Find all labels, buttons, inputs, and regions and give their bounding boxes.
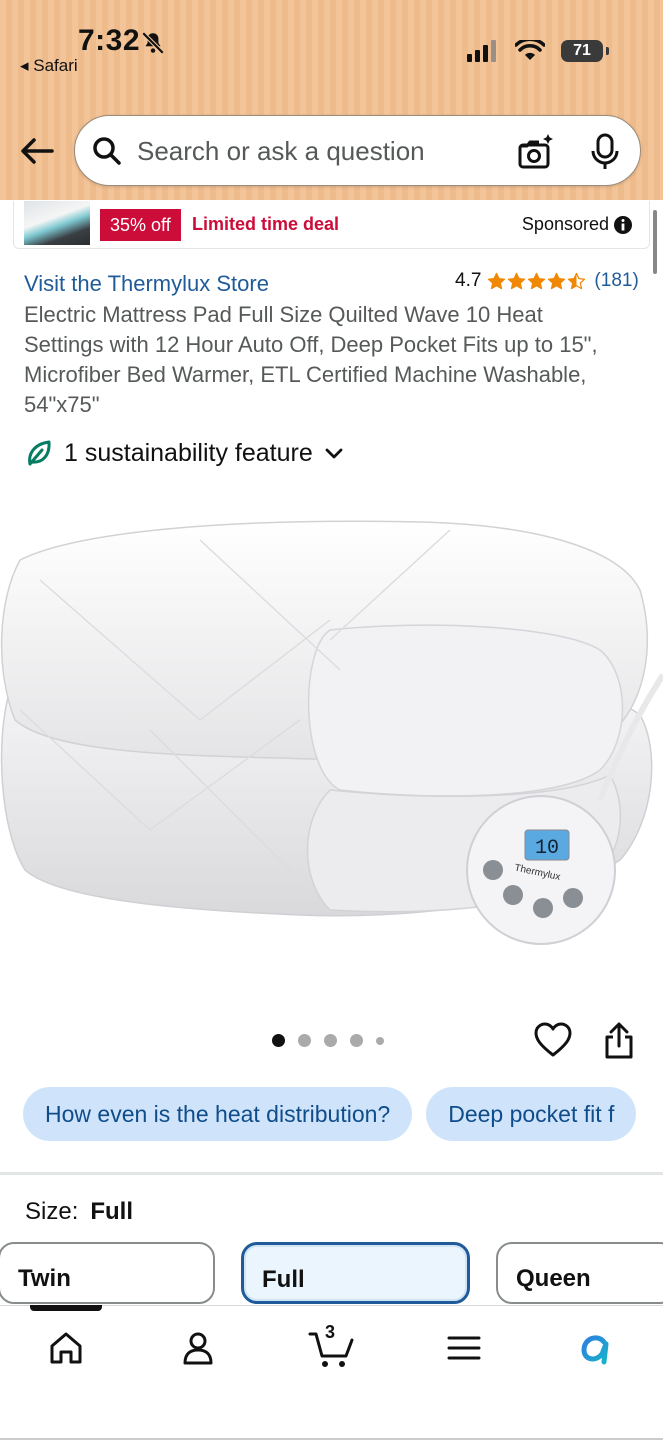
nav-cart[interactable]: 3 [308, 1322, 356, 1370]
cart-count: 3 [325, 1322, 336, 1342]
sponsored-thumbnail [24, 201, 90, 245]
bottom-navigation: 3 [0, 1305, 663, 1440]
size-option-twin[interactable]: Twin [0, 1242, 215, 1304]
carousel-dot[interactable] [376, 1036, 384, 1045]
nav-rufus[interactable] [576, 1326, 616, 1370]
back-app-label: Safari [33, 56, 78, 75]
microphone-icon[interactable] [587, 132, 623, 172]
store-link[interactable]: Visit the Thermylux Store [24, 271, 269, 297]
product-title[interactable]: Electric Mattress Pad Full Size Quilted … [24, 300, 624, 420]
size-label: Size: [25, 1198, 79, 1225]
star-icon [528, 272, 546, 289]
nav-home[interactable] [46, 1326, 86, 1370]
question-chips-row: How even is the heat distribution? Deep … [23, 1087, 637, 1141]
product-image[interactable]: 10 Thermylux [0, 500, 663, 970]
rating-value: 4.7 [455, 270, 482, 291]
nav-menu[interactable] [444, 1326, 484, 1370]
scrollbar[interactable] [653, 210, 657, 274]
review-count[interactable]: (181) [594, 270, 638, 292]
section-divider [0, 1172, 663, 1175]
bell-muted-icon [141, 31, 165, 55]
share-icon[interactable] [602, 1022, 636, 1060]
leaf-icon [28, 440, 51, 466]
battery-icon: 71 [561, 40, 609, 62]
carousel-dot[interactable] [298, 1034, 311, 1047]
nav-active-indicator [30, 1305, 102, 1311]
back-to-app[interactable]: ◂ Safari [20, 56, 78, 76]
camera-search-icon[interactable] [515, 132, 555, 172]
rating[interactable]: 4.7 (181) [455, 270, 639, 292]
heart-icon[interactable] [534, 1022, 572, 1058]
question-chips: How even is the heat distribution? Deep … [0, 1080, 663, 1150]
nav-account[interactable] [178, 1326, 218, 1370]
search-icon [93, 137, 121, 165]
menu-icon [447, 1336, 481, 1360]
controller-display: 10 [535, 837, 559, 860]
size-option-queen[interactable]: Queen [496, 1242, 663, 1304]
size-selector-label: Size: Full [25, 1198, 133, 1226]
star-rating [487, 272, 586, 291]
image-carousel-dots[interactable] [272, 1034, 384, 1047]
star-icon [568, 272, 586, 289]
sustainability-label: 1 sustainability feature [64, 438, 313, 467]
signal-icon [467, 40, 496, 62]
search-bar[interactable] [74, 115, 641, 186]
discount-badge: 35% off [100, 209, 181, 241]
back-arrow-icon[interactable] [18, 132, 56, 170]
sponsored-label: Sponsored [521, 214, 609, 234]
chevron-down-icon [325, 448, 343, 459]
sustainability-feature[interactable]: 1 sustainability feature [24, 438, 345, 468]
top-header: 7:32 ◂ Safari 71 [0, 0, 663, 200]
carousel-dot[interactable] [324, 1034, 337, 1047]
info-icon[interactable] [613, 215, 633, 235]
wifi-icon [515, 40, 545, 60]
account-icon [183, 1332, 213, 1365]
question-chip[interactable]: Deep pocket fit f [426, 1087, 637, 1141]
status-icons: 71 [467, 40, 609, 62]
search-input[interactable] [137, 134, 497, 168]
size-value: Full [90, 1198, 134, 1225]
status-time: 7:32 [78, 24, 141, 57]
carousel-dot[interactable] [350, 1034, 363, 1047]
size-option-full[interactable]: Full [241, 1242, 470, 1304]
star-icon [488, 272, 506, 289]
question-chip[interactable]: How even is the heat distribution? [23, 1087, 413, 1141]
star-icon [548, 272, 566, 289]
carousel-dot[interactable] [272, 1034, 285, 1047]
rufus-icon [581, 1335, 609, 1365]
home-icon [50, 1332, 82, 1364]
star-icon [508, 272, 526, 289]
sponsored-ad-banner[interactable]: 35% off Limited time deal Sponsored [13, 201, 650, 249]
controller: 10 Thermylux [466, 795, 616, 945]
deal-label: Limited time deal [192, 214, 340, 234]
